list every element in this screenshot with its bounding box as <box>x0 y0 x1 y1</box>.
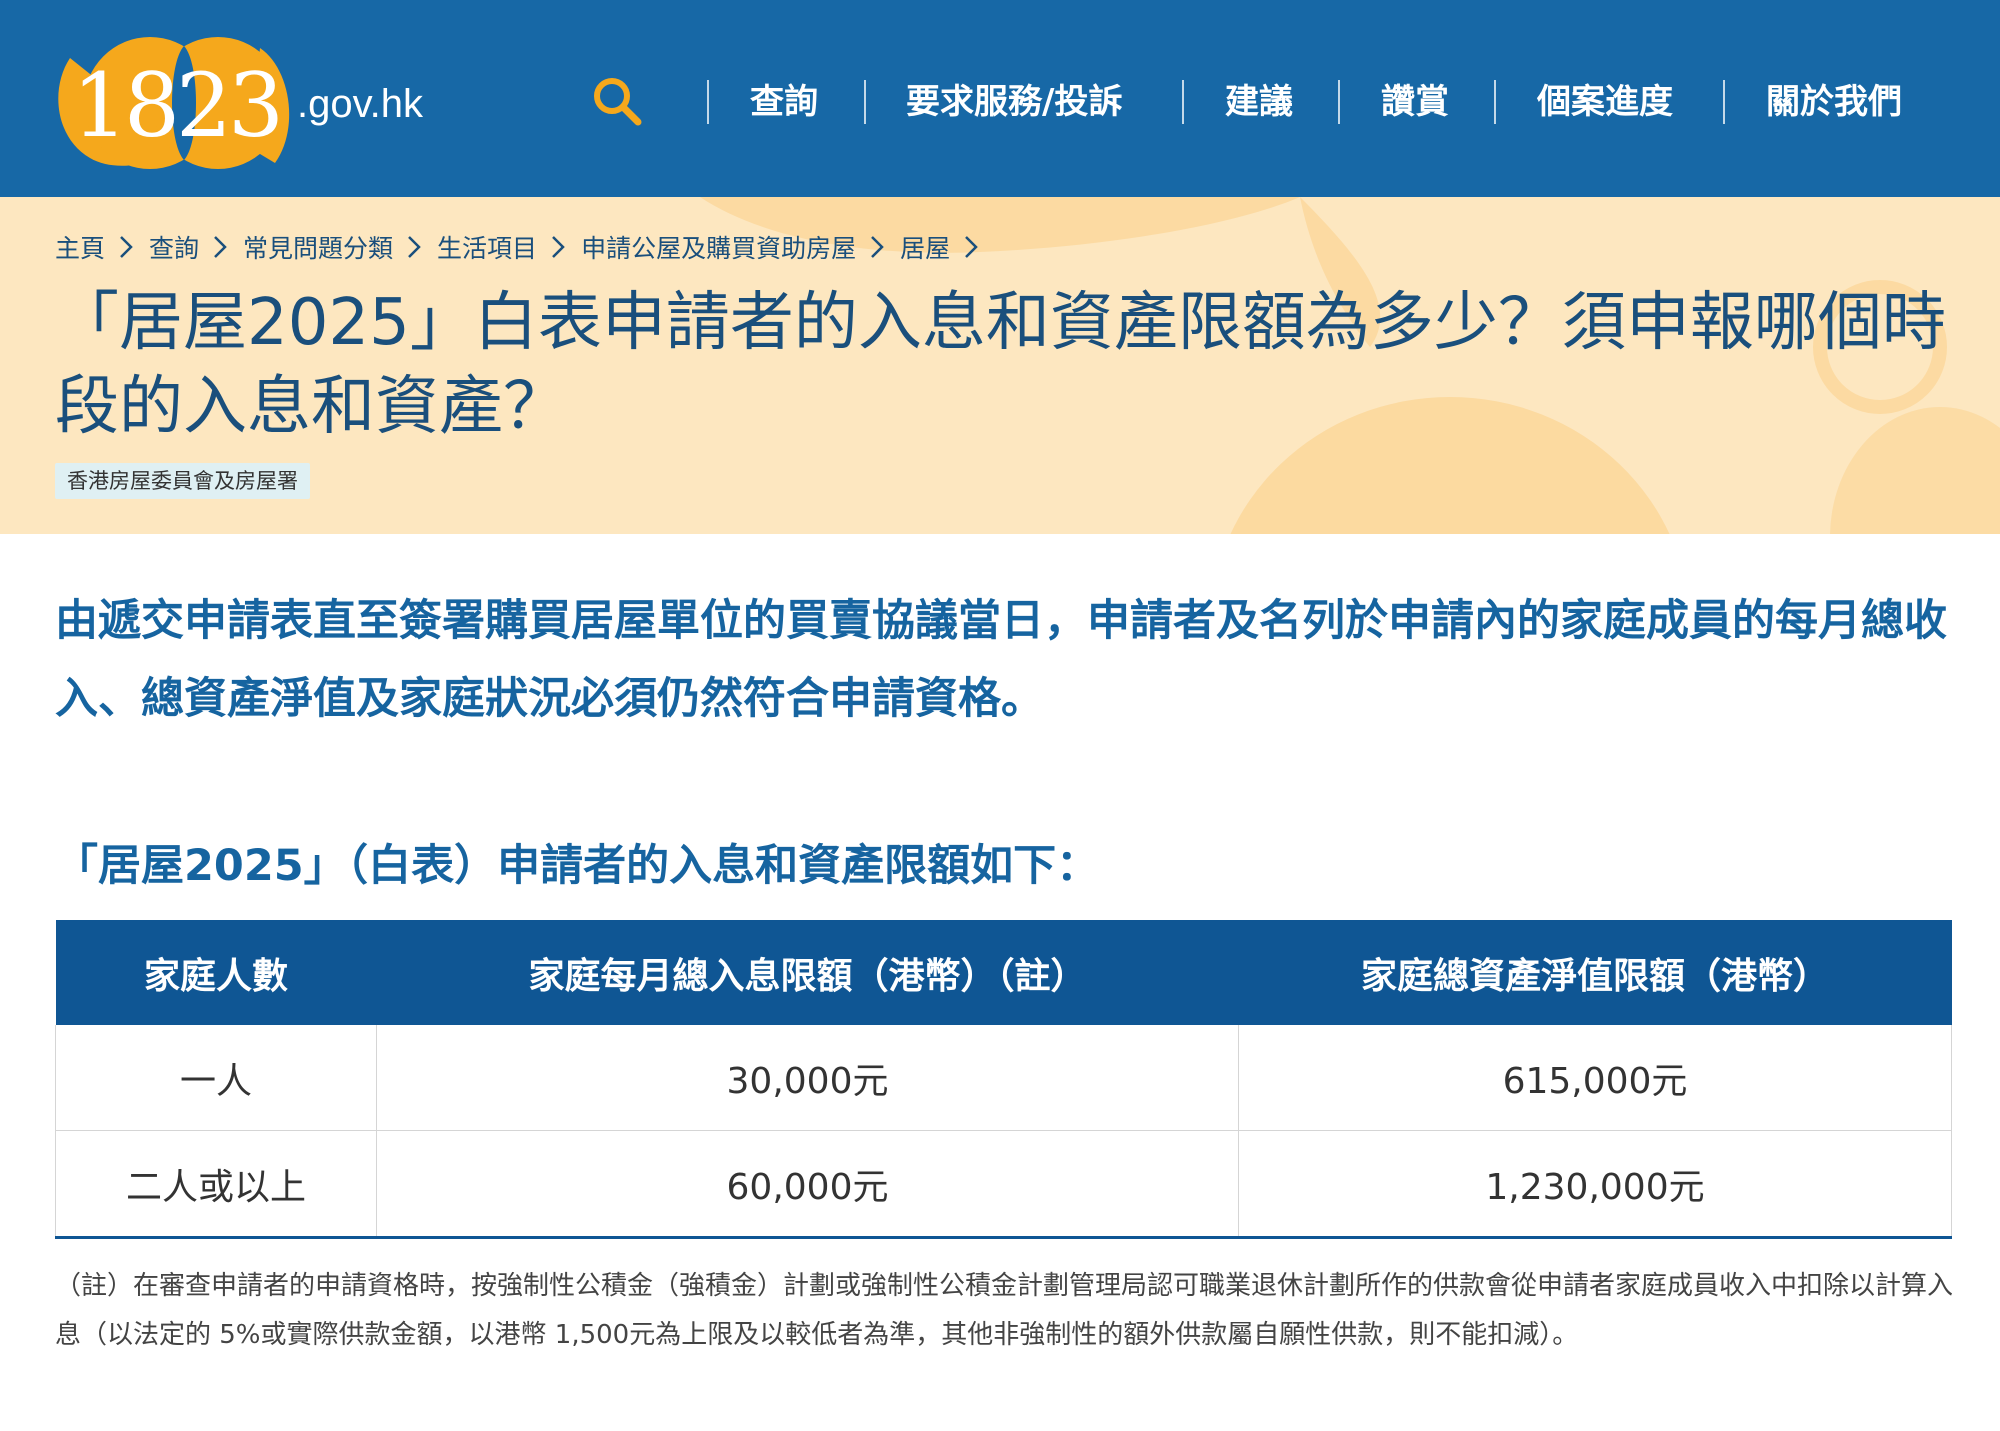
breadcrumb-faq-category[interactable]: 常見問題分類 <box>243 229 393 265</box>
chevron-right-icon <box>120 236 133 258</box>
nav-item-suggestion[interactable]: 建議 <box>1225 74 1293 130</box>
chevron-right-icon <box>552 236 565 258</box>
table-cell-income-limit: 30,000元 <box>376 1025 1239 1131</box>
nav-item-service-complaint[interactable]: 要求服務/投訴 <box>906 74 1122 130</box>
search-button[interactable] <box>590 74 646 130</box>
breadcrumb-enquiry[interactable]: 查詢 <box>149 229 199 265</box>
lead-paragraph: 由遞交申請表直至簽署購買居屋單位的買賣協議當日，申請者及名列於申請內的家庭成員的… <box>55 596 1947 724</box>
logo-number: 1823 <box>72 54 284 157</box>
chevron-right-icon <box>871 236 884 258</box>
breadcrumb-living[interactable]: 生活項目 <box>437 229 537 265</box>
table-row: 一人 30,000元 615,000元 <box>55 1025 1952 1131</box>
page-hero: 主頁 查詢 常見問題分類 生活項目 申請公屋及購買資助房屋 居屋 「居屋2025… <box>0 197 2000 534</box>
nav-divider <box>864 80 866 124</box>
table-cell-asset-limit: 1,230,000元 <box>1238 1130 1952 1239</box>
table-cell-asset-limit: 615,000元 <box>1238 1025 1952 1131</box>
column-header-household-size: 家庭人數 <box>55 920 377 1025</box>
nav-divider <box>1723 80 1725 124</box>
search-icon <box>594 78 642 126</box>
nav-divider <box>1182 80 1184 124</box>
income-asset-limits-table: 家庭人數 家庭每月總入息限額（港幣）（註） 家庭總資產淨值限額（港幣） 一人 3… <box>55 920 1952 1239</box>
chevron-right-icon <box>214 236 227 258</box>
chevron-right-icon <box>965 236 978 258</box>
column-header-asset-limit: 家庭總資產淨值限額（港幣） <box>1238 920 1952 1025</box>
section-heading: 「居屋2025」（白表）申請者的入息和資產限額如下： <box>55 841 1100 891</box>
table-row: 二人或以上 60,000元 1,230,000元 <box>55 1130 1952 1239</box>
site-logo[interactable]: 1823 .gov.hk <box>50 28 430 178</box>
table-cell-household-size: 一人 <box>55 1025 377 1131</box>
chevron-right-icon <box>408 236 421 258</box>
table-cell-income-limit: 60,000元 <box>376 1130 1239 1239</box>
logo-domain: .gov.hk <box>297 82 423 126</box>
nav-item-about-us[interactable]: 關於我們 <box>1766 74 1902 130</box>
breadcrumb-public-housing[interactable]: 申請公屋及購買資助房屋 <box>581 229 856 265</box>
nav-item-compliment[interactable]: 讚賞 <box>1381 74 1449 130</box>
nav-divider <box>1338 80 1340 124</box>
nav-divider <box>1494 80 1496 124</box>
source-badge: 香港房屋委員會及房屋署 <box>55 463 310 499</box>
column-header-income-limit: 家庭每月總入息限額（港幣）（註） <box>376 920 1239 1025</box>
nav-item-case-progress[interactable]: 個案進度 <box>1537 74 1673 130</box>
breadcrumb-home[interactable]: 主頁 <box>55 229 105 265</box>
nav-item-enquiry[interactable]: 查詢 <box>750 74 818 130</box>
breadcrumb-hos[interactable]: 居屋 <box>900 229 950 265</box>
footnote: （註）在審查申請者的申請資格時，按強制性公積金（強積金）計劃或強制性公積金計劃管… <box>55 1271 1954 1350</box>
page-title: 「居屋2025」白表申請者的入息和資產限額為多少？須申報哪個時段的入息和資產？ <box>55 286 1946 444</box>
table-header-row: 家庭人數 家庭每月總入息限額（港幣）（註） 家庭總資產淨值限額（港幣） <box>55 920 1952 1025</box>
breadcrumb: 主頁 查詢 常見問題分類 生活項目 申請公屋及購買資助房屋 居屋 <box>55 227 994 267</box>
table-cell-household-size: 二人或以上 <box>55 1130 377 1239</box>
nav-divider <box>707 80 709 124</box>
site-header: 1823 .gov.hk 查詢 要求服務/投訴 建議 讚賞 個案進度 關於我們 <box>0 0 2000 197</box>
